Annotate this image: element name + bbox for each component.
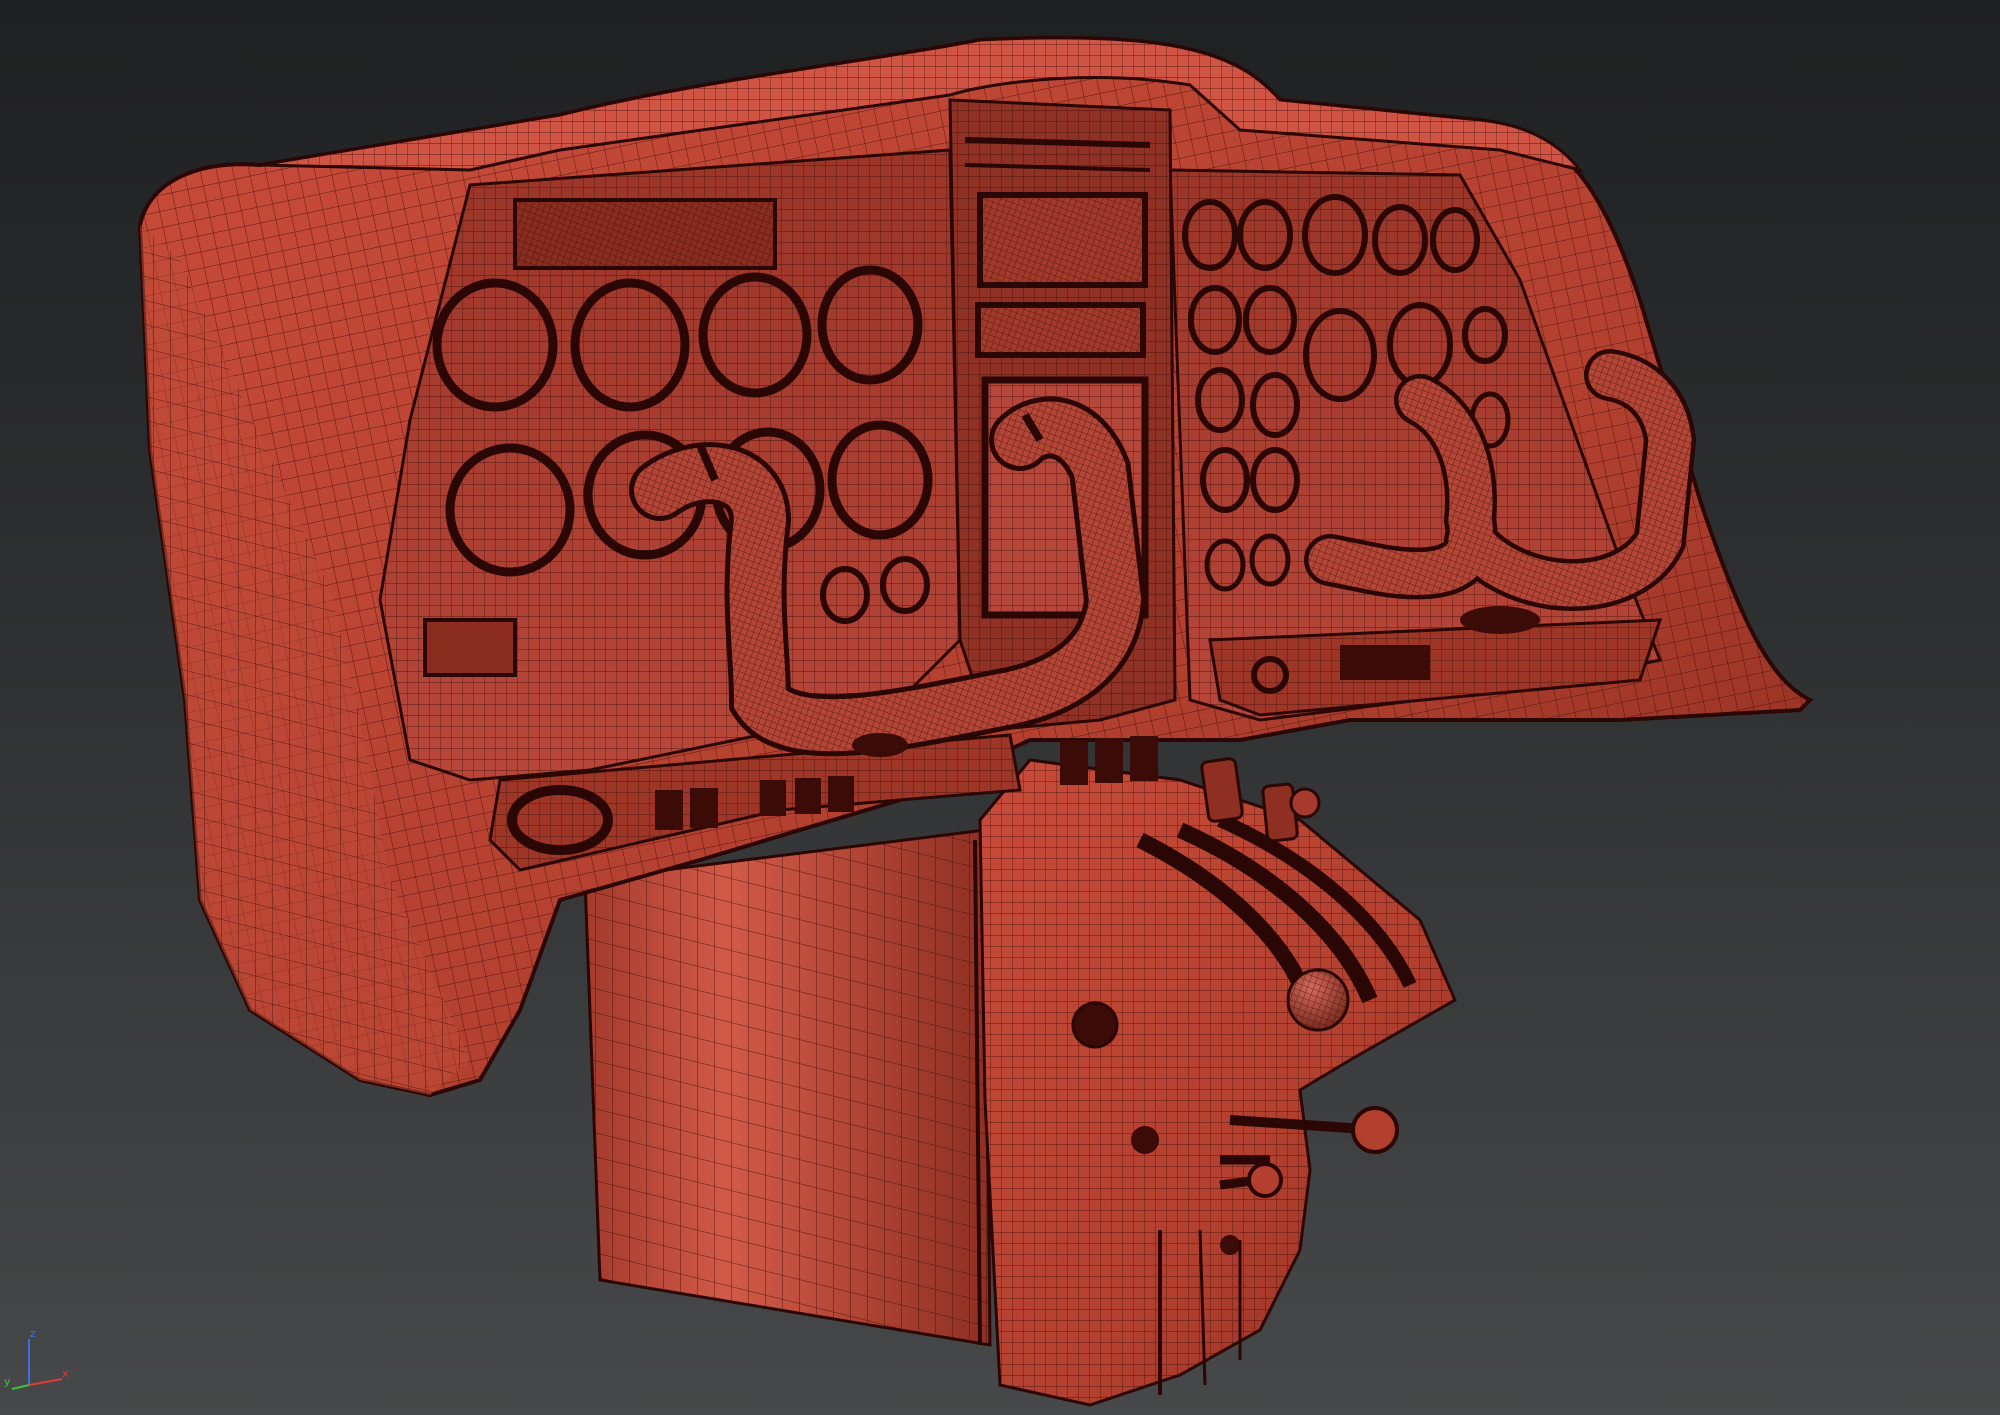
y-axis-label: y xyxy=(4,1375,11,1388)
x-axis-line xyxy=(28,1378,63,1386)
throttle-quadrant[interactable] xyxy=(978,757,1457,1407)
cockpit-model-wireframe[interactable] xyxy=(0,0,2000,1415)
center-pedestal-box[interactable] xyxy=(583,828,992,1347)
axis-gizmo: z x y xyxy=(4,1327,69,1390)
y-axis-line xyxy=(11,1384,30,1390)
z-axis-label: z xyxy=(30,1327,36,1340)
x-axis-label: x xyxy=(62,1367,69,1380)
3d-viewport[interactable]: z x y xyxy=(0,0,2000,1415)
